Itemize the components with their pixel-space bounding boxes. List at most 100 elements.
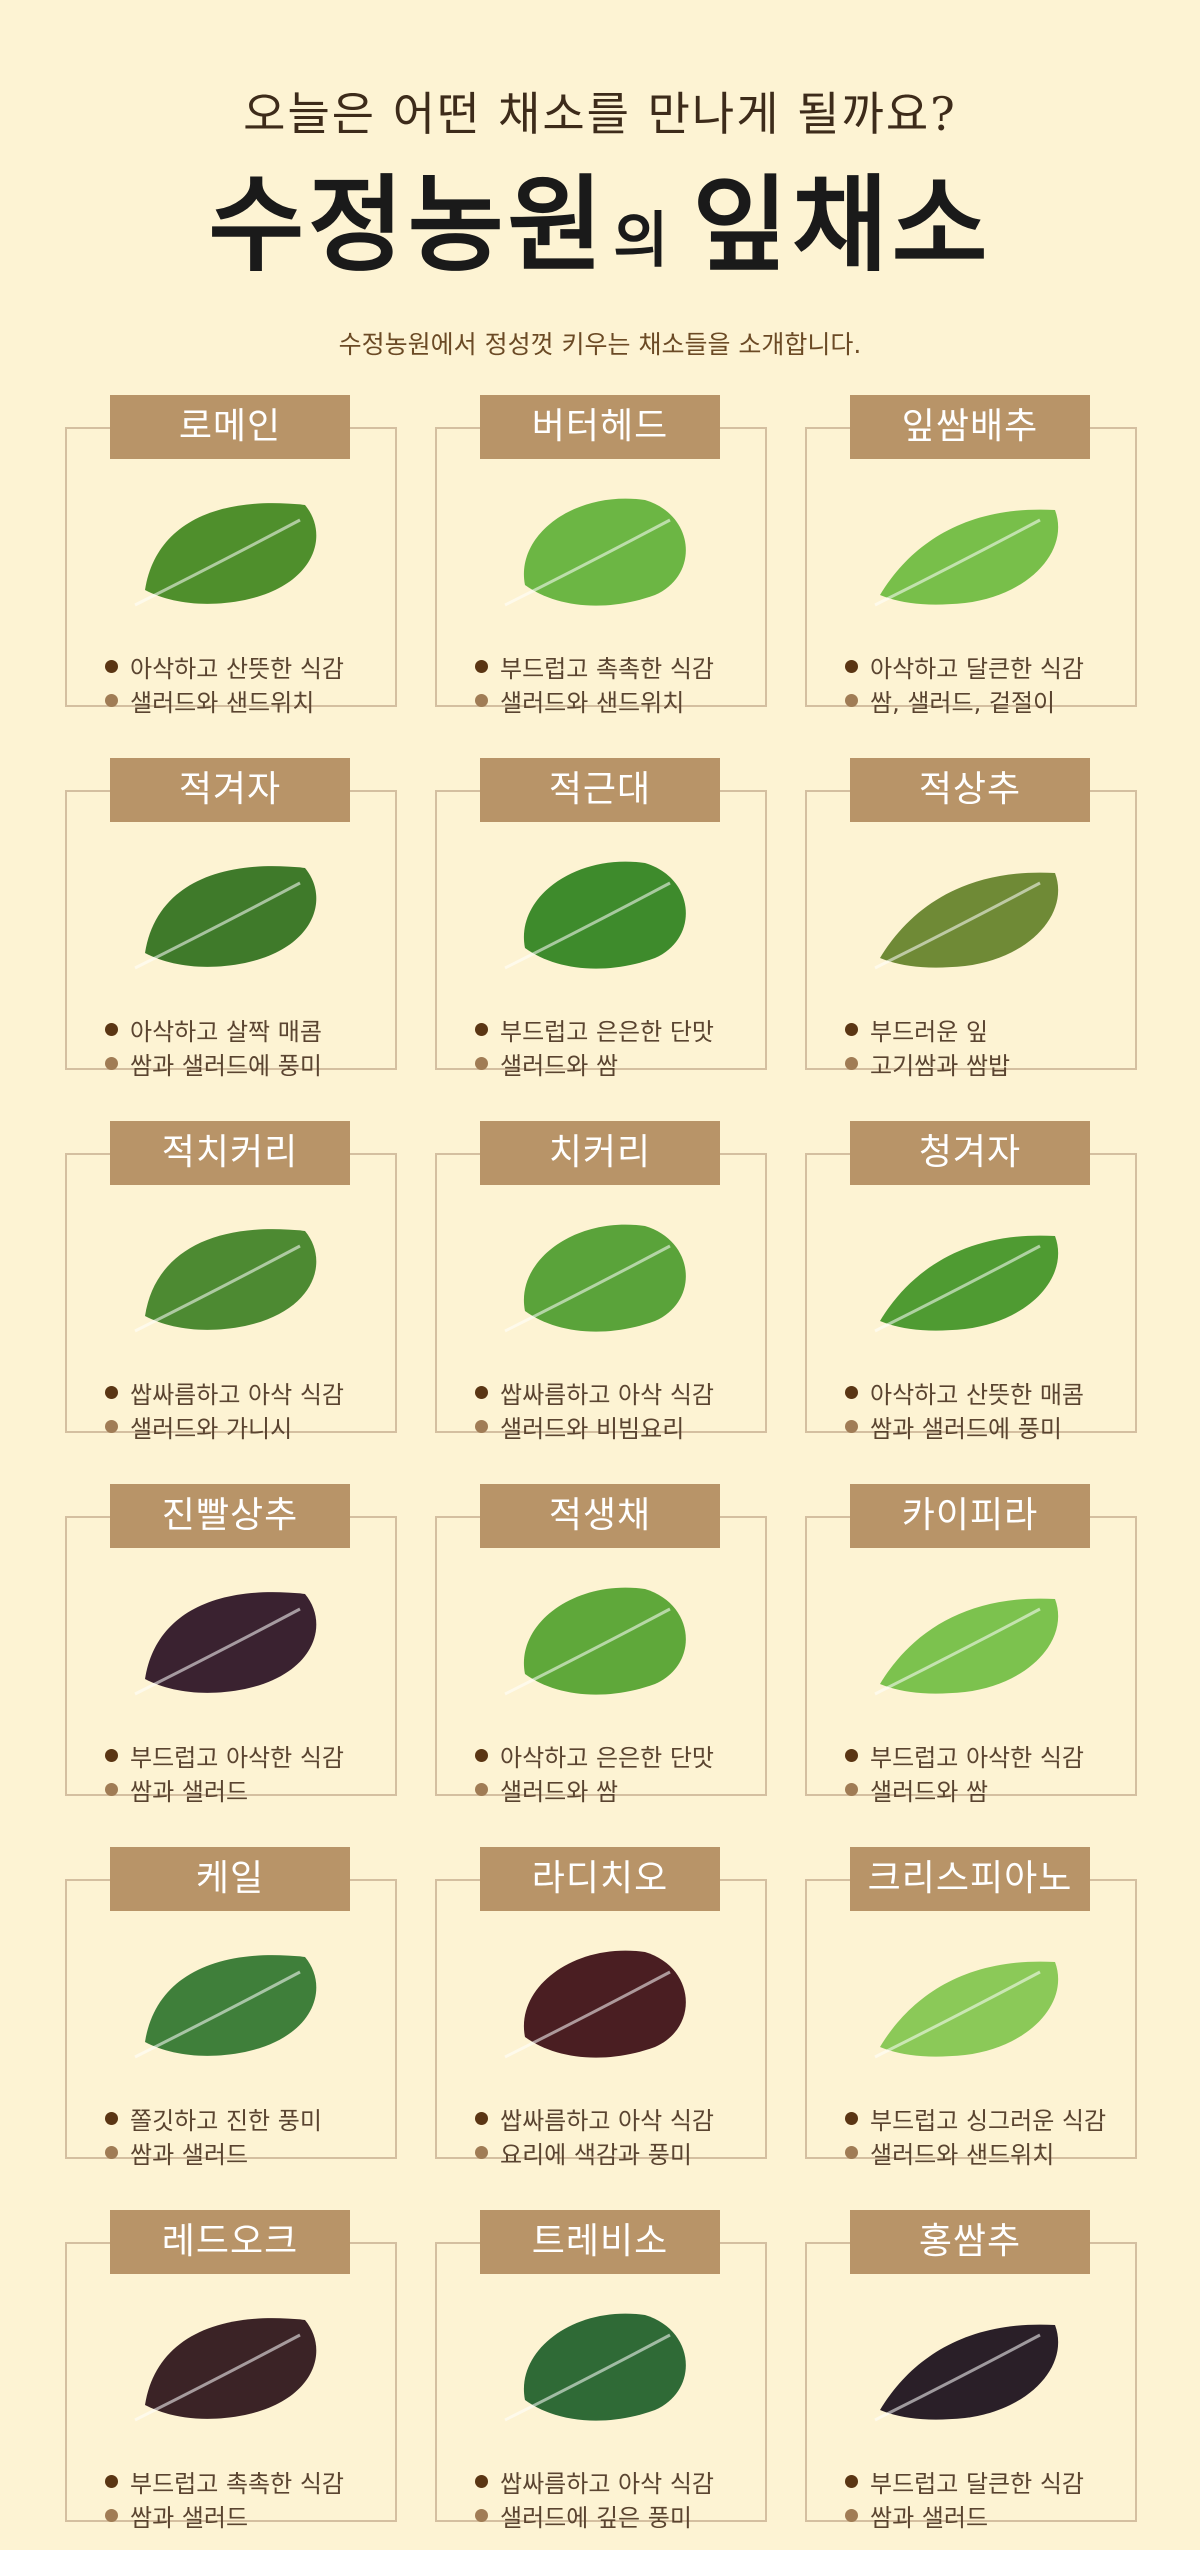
bullet-dot-icon xyxy=(475,1782,488,1796)
vegetable-name-label: 카이피라 xyxy=(850,1484,1090,1548)
vegetable-name-label: 버터헤드 xyxy=(480,395,720,459)
bullet-dot-icon xyxy=(475,1419,488,1433)
dark-red-lettuce-leaf-icon xyxy=(134,1592,317,1696)
title-particle: 의 xyxy=(613,206,669,276)
description-line: 쌈과 샐러드 xyxy=(105,2135,385,2169)
vegetable-card: 크리스피아노 부드럽고 싱그러운 식감 샐러드와 샌드위치 xyxy=(805,1847,1137,2169)
page-subtitle: 오늘은 어떤 채소를 만나게 될까요? xyxy=(243,87,957,141)
description-line: 부드럽고 은은한 단맛 xyxy=(475,1012,755,1046)
vegetable-card: 적치커리쌉싸름하고 아삭 식감샐러드와 가니시 xyxy=(65,1121,397,1443)
description-line: 샐러드와 쌈 xyxy=(845,1772,1125,1806)
bullet-dot-icon xyxy=(475,693,488,707)
leaf-shape xyxy=(523,1587,686,1695)
vegetable-description: 부드럽고 촉촉한 식감 샐러드와 샌드위치 xyxy=(475,649,755,717)
leaf-shape xyxy=(523,1224,686,1332)
leaf-shape xyxy=(523,2313,686,2421)
vegetable-description: 쌉싸름하고 아삭 식감샐러드와 가니시 xyxy=(105,1375,385,1443)
vegetable-card: 적겨자아삭하고 살짝 매콤쌈과 샐러드에 풍미 xyxy=(65,758,397,1080)
vegetable-description: 쌉싸름하고 아삭 식감 샐러드와 비빔요리 xyxy=(475,1375,755,1443)
description-text: 샐러드와 쌈 xyxy=(500,1777,619,1806)
description-text: 쌈과 샐러드 xyxy=(130,2503,249,2532)
description-line: 쌉싸름하고 아삭 식감 xyxy=(475,2101,755,2135)
leaf-shape xyxy=(145,1955,317,2056)
bullet-dot-icon xyxy=(845,2111,858,2125)
description-text: 쌉싸름하고 아삭 식감 xyxy=(500,2106,714,2135)
bullet-dot-icon xyxy=(475,2508,488,2522)
description-line: 쌉싸름하고 아삭 식감 xyxy=(475,2464,755,2498)
page-title: 수정농원 의 잎채소 xyxy=(0,140,1200,291)
description-line: 아삭하고 달큰한 식감 xyxy=(845,649,1125,683)
description-line: 샐러드와 쌈 xyxy=(475,1772,755,1806)
vegetable-description: 쌉싸름하고 아삭 식감 요리에 색감과 풍미 xyxy=(475,2101,755,2169)
description-text: 쌈과 샐러드에 풍미 xyxy=(130,1051,322,1080)
bullet-dot-icon xyxy=(105,1022,118,1036)
description-text: 부드럽고 달큰한 식감 xyxy=(870,2469,1084,2498)
vegetable-description: 부드럽고 은은한 단맛 샐러드와 쌈 xyxy=(475,1012,755,1080)
bullet-dot-icon xyxy=(475,2145,488,2159)
description-line: 쌈과 샐러드 xyxy=(105,1772,385,1806)
red-greens-leaf-icon xyxy=(504,1587,686,1696)
vegetable-name-label: 적치커리 xyxy=(110,1121,350,1185)
leaf-shape xyxy=(523,861,686,969)
vegetable-name-label: 로메인 xyxy=(110,395,350,459)
vegetable-name-label: 적겨자 xyxy=(110,758,350,822)
description-line: 쫄깃하고 진한 풍미 xyxy=(105,2101,385,2135)
vegetable-name-label: 홍쌈추 xyxy=(850,2210,1090,2274)
caipira-leaf-icon xyxy=(874,1598,1059,1696)
vegetable-name-label: 라디치오 xyxy=(480,1847,720,1911)
chicory-leaf-icon xyxy=(504,1224,686,1333)
bullet-dot-icon xyxy=(845,693,858,707)
bullet-dot-icon xyxy=(475,659,488,673)
red-ssamchu-leaf-icon xyxy=(874,2324,1059,2422)
description-text: 부드럽고 아삭한 식감 xyxy=(870,1743,1084,1772)
description-line: 쌈과 샐러드 xyxy=(845,2498,1125,2532)
vegetable-name-label: 잎쌈배추 xyxy=(850,395,1090,459)
vegetable-description: 아삭하고 산뜻한 매콤 쌈과 샐러드에 풍미 xyxy=(845,1375,1125,1443)
description-text: 쫄깃하고 진한 풍미 xyxy=(130,2106,322,2135)
radicchio-leaf-icon xyxy=(504,1950,686,2059)
bullet-dot-icon xyxy=(845,1022,858,1036)
bullet-dot-icon xyxy=(475,1022,488,1036)
green-mustard-leaf-icon xyxy=(874,1235,1059,1333)
description-text: 쌈과 샐러드 xyxy=(870,2503,989,2532)
vegetable-card: 진빨상추 부드럽고 아삭한 식감 쌈과 샐러드 xyxy=(65,1484,397,1806)
vegetable-card: 적생채 아삭하고 은은한 단맛 샐러드와 쌈 xyxy=(435,1484,767,1806)
description-line: 샐러드와 비빔요리 xyxy=(475,1409,755,1443)
vegetable-description: 부드럽고 아삭한 식감 샐러드와 쌈 xyxy=(845,1738,1125,1806)
description-text: 아삭하고 살짝 매콤 xyxy=(130,1017,322,1046)
description-line: 아삭하고 산뜻한 매콤 xyxy=(845,1375,1125,1409)
bullet-dot-icon xyxy=(845,1419,858,1433)
description-line: 요리에 색감과 풍미 xyxy=(475,2135,755,2169)
vegetable-description: 아삭하고 산뜻한 식감 샐러드와 샌드위치 xyxy=(105,649,385,717)
bullet-dot-icon xyxy=(475,1748,488,1762)
leaf-shape xyxy=(523,498,686,606)
bullet-dot-icon xyxy=(845,2474,858,2488)
bullet-dot-icon xyxy=(475,1385,488,1399)
bullet-dot-icon xyxy=(845,1748,858,1762)
description-text: 아삭하고 은은한 단맛 xyxy=(500,1743,714,1772)
description-text: 부드러운 잎 xyxy=(870,1017,989,1046)
title-farm-name: 수정농원 xyxy=(208,163,608,286)
vegetable-description: 부드럽고 달큰한 식감쌈과 샐러드 xyxy=(845,2464,1125,2532)
description-line: 아삭하고 살짝 매콤 xyxy=(105,1012,385,1046)
description-line: 아삭하고 산뜻한 식감 xyxy=(105,649,385,683)
description-text: 쌈과 샐러드 xyxy=(130,1777,249,1806)
description-line: 샐러드와 쌈 xyxy=(475,1046,755,1080)
bullet-dot-icon xyxy=(475,1056,488,1070)
vegetable-description: 쫄깃하고 진한 풍미 쌈과 샐러드 xyxy=(105,2101,385,2169)
red-chard-leaf-icon xyxy=(504,861,686,970)
bullet-dot-icon xyxy=(105,1782,118,1796)
description-text: 쌈, 샐러드, 겉절이 xyxy=(870,688,1056,717)
description-text: 아삭하고 달큰한 식감 xyxy=(870,654,1084,683)
description-line: 쌈, 샐러드, 겉절이 xyxy=(845,683,1125,717)
description-text: 샐러드와 가니시 xyxy=(130,1414,293,1443)
bullet-dot-icon xyxy=(105,2145,118,2159)
description-text: 쌉싸름하고 아삭 식감 xyxy=(500,2469,714,2498)
leaf-shape xyxy=(145,1592,317,1693)
vegetable-name-label: 케일 xyxy=(110,1847,350,1911)
bullet-dot-icon xyxy=(845,2145,858,2159)
vegetable-name-label: 크리스피아노 xyxy=(850,1847,1090,1911)
vegetable-card: 청겨자 아삭하고 산뜻한 매콤 쌈과 샐러드에 풍미 xyxy=(805,1121,1137,1443)
vegetable-description: 부드럽고 촉촉한 식감 쌈과 샐러드 xyxy=(105,2464,385,2532)
description-text: 쌉싸름하고 아삭 식감 xyxy=(130,1380,344,1409)
